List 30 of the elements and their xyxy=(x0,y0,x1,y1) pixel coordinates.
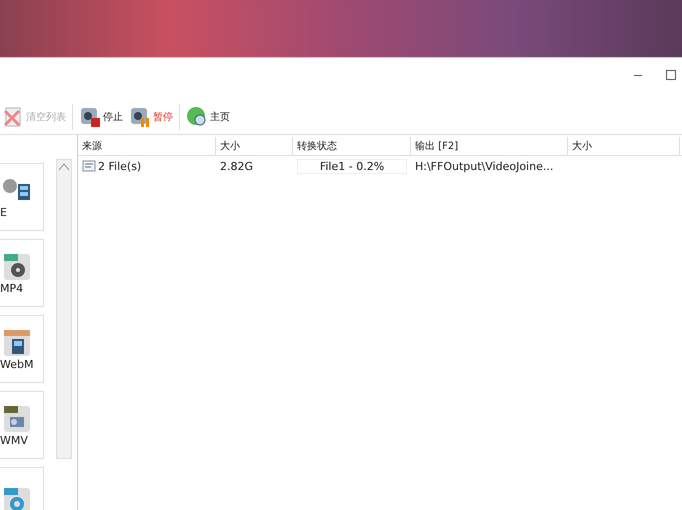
format-label: WebM xyxy=(0,358,34,370)
format-label: MP4 xyxy=(0,282,24,294)
quicktime-icon xyxy=(2,486,32,510)
column-header[interactable]: 来源 xyxy=(78,137,216,155)
format-label: WMV xyxy=(0,434,28,446)
film-strip-icon xyxy=(2,328,32,358)
pause-button[interactable]: 暂停 xyxy=(127,106,175,128)
source-cell: 2 File(s) xyxy=(98,160,142,172)
output-cell: H:\FFOutput\VideoJoine... xyxy=(415,160,554,172)
home-button[interactable]: 主页 xyxy=(184,106,232,128)
stop-button[interactable]: 停止 xyxy=(77,106,125,128)
film-reel-icon xyxy=(2,252,32,282)
column-header[interactable]: 大小 xyxy=(216,137,293,155)
format-tile[interactable]: E xyxy=(0,163,44,231)
pause-icon xyxy=(129,106,151,128)
maximize-button[interactable] xyxy=(666,70,676,80)
column-header[interactable]: 转换状态 xyxy=(293,137,411,155)
scrollbar[interactable] xyxy=(56,159,72,459)
size-cell: 2.82G xyxy=(220,160,254,172)
format-tile[interactable]: MP4 xyxy=(0,239,44,307)
format-label: E xyxy=(0,206,7,218)
globe-icon xyxy=(186,106,208,128)
column-header[interactable]: 输出 [F2] xyxy=(411,137,568,155)
format-tile[interactable]: WebM xyxy=(0,315,44,383)
stop-icon xyxy=(79,106,101,128)
column-header[interactable]: 大小 xyxy=(568,137,680,155)
camera-icon xyxy=(2,404,32,434)
status-cell: File1 - 0.2% xyxy=(297,158,407,174)
format-tile[interactable]: WMV xyxy=(0,391,44,459)
file-icon xyxy=(82,160,96,172)
